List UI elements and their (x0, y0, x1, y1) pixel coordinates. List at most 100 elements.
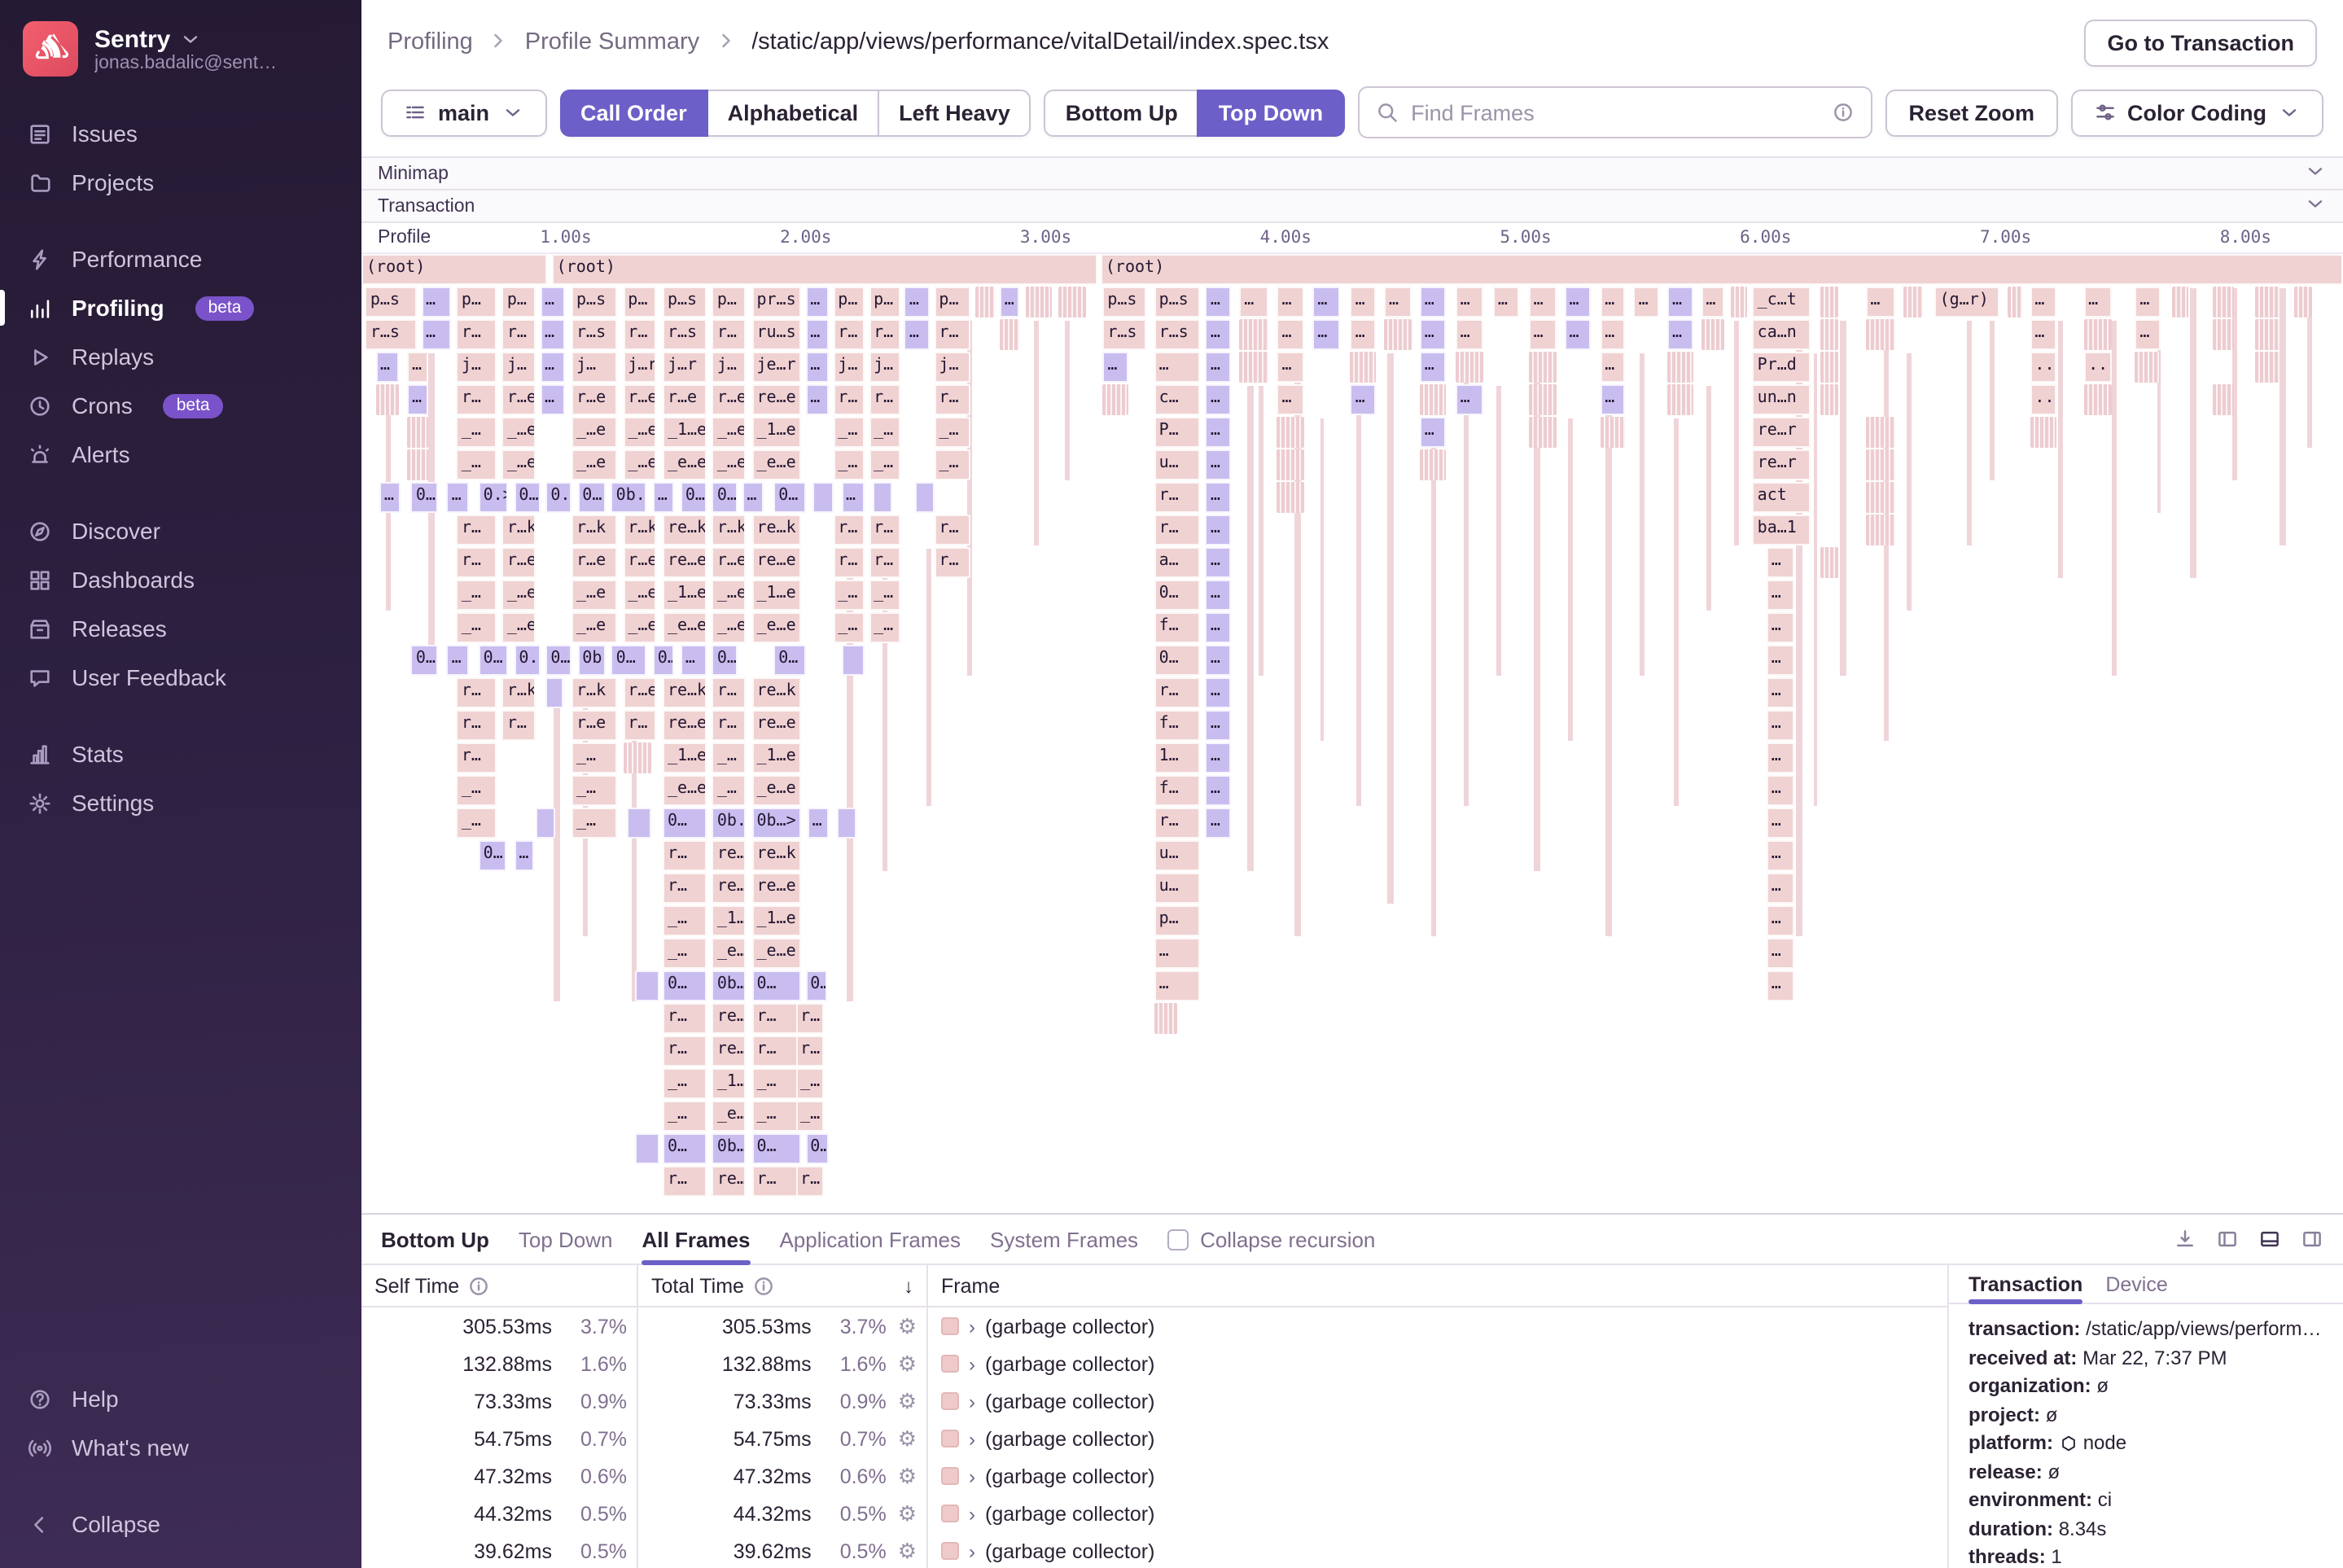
flame-cell[interactable]: _e…e (663, 612, 707, 643)
flame-cell[interactable]: … (540, 319, 566, 350)
flame-cell[interactable]: r…k (502, 677, 536, 708)
flame-cell[interactable]: … (540, 384, 566, 415)
flame-cell[interactable]: … (904, 319, 931, 350)
flame-cell[interactable]: r… (833, 384, 865, 415)
find-frames-search[interactable] (1357, 86, 1872, 138)
flame-cell[interactable]: … (1529, 319, 1557, 350)
flame-cell[interactable]: … (1667, 319, 1693, 350)
flame-cell[interactable]: … (1206, 808, 1232, 839)
flame-cell[interactable]: f… (1154, 775, 1200, 806)
table-row[interactable]: 73.33ms0.9%73.33ms0.9%⚙›(garbage collect… (361, 1382, 1947, 1420)
flame-cell[interactable]: … (1206, 319, 1232, 350)
flame-cell[interactable]: p… (502, 287, 536, 318)
flame-cell[interactable]: … (1206, 287, 1232, 318)
total-time-info-icon[interactable] (752, 1274, 775, 1297)
flame-cell[interactable]: … (1312, 287, 1340, 318)
flame-cell[interactable]: … (1277, 384, 1305, 415)
flame-cell[interactable]: re…e (712, 873, 746, 904)
flame-cell[interactable] (536, 808, 555, 839)
flame-cell[interactable]: _… (869, 612, 900, 643)
flame-cell[interactable]: _…e (712, 612, 746, 643)
details-tab-transaction[interactable]: Transaction (1969, 1265, 2082, 1303)
flame-cell[interactable]: … (1420, 417, 1446, 448)
flame-cell[interactable]: r…k (572, 515, 617, 545)
sidebar-item-what-s-new[interactable]: What's new (0, 1423, 361, 1472)
flame-cell[interactable]: (root) (552, 254, 1097, 285)
flame-cell[interactable]: r… (1154, 808, 1200, 839)
flame-cell[interactable]: re…k (663, 677, 707, 708)
flame-cell[interactable]: … (1600, 384, 1626, 415)
flame-cell[interactable]: 0… (751, 970, 801, 1001)
flame-cell[interactable]: r… (934, 384, 970, 415)
flame-cell[interactable]: a… (1154, 547, 1200, 578)
flame-cell[interactable]: r…e (623, 384, 656, 415)
flame-cell[interactable]: r… (751, 1166, 801, 1197)
flame-cell[interactable]: re…k (712, 840, 746, 871)
flame-cell[interactable]: r…k (623, 515, 656, 545)
flame-cell[interactable]: … (808, 808, 830, 839)
flame-cell[interactable]: r… (795, 1166, 823, 1197)
expand-chevron-icon[interactable]: › (969, 1391, 975, 1411)
flame-cell[interactable]: … (805, 287, 829, 318)
frame-filter-application-frames[interactable]: Application Frames (779, 1227, 961, 1251)
flame-cell[interactable]: _…e (572, 417, 617, 448)
flame-cell[interactable]: … (805, 384, 829, 415)
flame-cell[interactable]: _e…e (663, 449, 707, 480)
flame-cell[interactable]: r… (457, 319, 497, 350)
color-coding-button[interactable]: Color Coding (2070, 89, 2323, 136)
flame-cell[interactable]: … (1767, 775, 1794, 806)
sidebar-item-help[interactable]: Help (0, 1374, 361, 1423)
flame-cell[interactable]: … (1667, 287, 1693, 318)
flame-cell[interactable]: r…e (712, 547, 746, 578)
self-time-header[interactable]: Self Time (361, 1265, 638, 1306)
frame-settings-icon[interactable]: ⚙ (898, 1313, 917, 1339)
flame-cell[interactable]: ba…1 (1753, 515, 1811, 545)
flame-cell[interactable]: _… (457, 580, 497, 611)
flame-cell[interactable]: r… (663, 873, 707, 904)
flame-cell[interactable]: _…e (502, 417, 536, 448)
flame-cell[interactable]: … (447, 645, 469, 676)
flame-cell[interactable]: _… (795, 1068, 823, 1099)
sidebar-item-issues[interactable]: Issues (0, 109, 361, 158)
flame-cell[interactable]: r… (663, 1036, 707, 1067)
flame-cell[interactable]: … (1312, 319, 1340, 350)
flame-cell[interactable]: _e…e (751, 449, 801, 480)
flame-cell[interactable]: … (653, 482, 675, 513)
flame-cell[interactable]: … (1206, 547, 1232, 578)
details-tab-device[interactable]: Device (2105, 1265, 2167, 1303)
flame-cell[interactable]: … (1206, 645, 1232, 676)
flame-cell[interactable]: re…k (663, 515, 707, 545)
flame-cell[interactable]: r… (623, 319, 656, 350)
flame-cell[interactable]: 0b…> (712, 1133, 746, 1164)
sidebar-item-projects[interactable]: Projects (0, 158, 361, 207)
table-row[interactable]: 39.62ms0.5%39.62ms0.5%⚙›(garbage collect… (361, 1532, 1947, 1568)
expand-chevron-icon[interactable]: › (969, 1466, 975, 1486)
flame-cell[interactable]: … (1206, 417, 1232, 448)
flame-cell[interactable]: … (407, 384, 429, 415)
flame-cell[interactable]: re…e (751, 710, 801, 741)
sort-arrow-icon[interactable]: ↓ (904, 1274, 913, 1297)
flame-cell[interactable]: c… (1154, 384, 1200, 415)
flame-cell[interactable]: f… (1154, 612, 1200, 643)
flame-cell[interactable]: j… (833, 352, 865, 383)
flame-cell[interactable]: _… (934, 417, 970, 448)
flame-cell[interactable]: … (375, 352, 399, 383)
flame-cell[interactable]: _… (663, 1068, 707, 1099)
flame-cell[interactable]: … (1529, 287, 1557, 318)
flame-cell[interactable]: 0… (751, 1133, 801, 1164)
search-info-icon[interactable] (1833, 101, 1855, 124)
table-row[interactable]: 44.32ms0.5%44.32ms0.5%⚙›(garbage collect… (361, 1495, 1947, 1532)
flame-cell[interactable]: … (1351, 319, 1377, 350)
flame-cell[interactable]: … (421, 287, 451, 318)
flame-cell[interactable]: … (742, 482, 764, 513)
sidebar-item-replays[interactable]: Replays (0, 332, 361, 381)
flame-cell[interactable]: (g…r) (1935, 287, 2000, 318)
frame-settings-icon[interactable]: ⚙ (898, 1351, 917, 1377)
flame-cell[interactable]: _e…e (751, 775, 801, 806)
flame-cell[interactable]: r…e (663, 384, 707, 415)
flame-cell[interactable]: 0… (577, 482, 605, 513)
flame-cell[interactable]: … (681, 645, 707, 676)
sidebar-item-discover[interactable]: Discover (0, 506, 361, 555)
flame-cell[interactable] (837, 808, 856, 839)
flame-cell[interactable]: … (2083, 287, 2111, 318)
